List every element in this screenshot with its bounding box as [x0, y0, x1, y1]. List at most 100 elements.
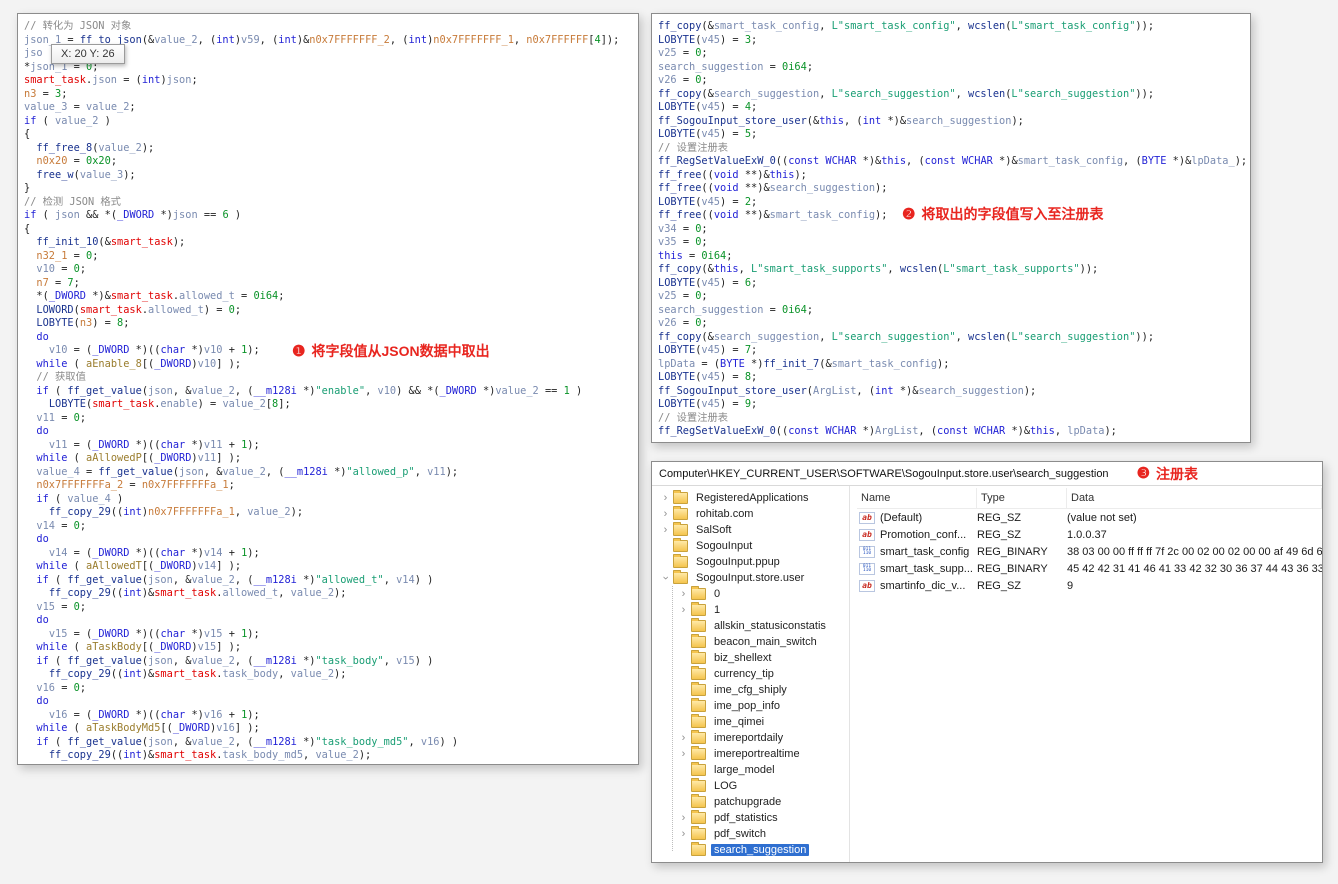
- values-header-row: Name Type Data: [857, 488, 1322, 509]
- tree-item-search_suggestion[interactable]: ›search_suggestion: [652, 842, 849, 858]
- code-line: ff_copy(&this, L"smart_task_supports", w…: [658, 263, 1099, 275]
- folder-icon: [691, 746, 706, 760]
- tree-item-label: large_model: [714, 764, 775, 776]
- tree-item-SalSoft[interactable]: › SalSoft: [652, 522, 849, 538]
- chevron-right-icon[interactable]: ›: [660, 492, 671, 504]
- code-line: // 设置注册表: [658, 141, 729, 154]
- value-data: 1.0.0.37: [1067, 528, 1107, 541]
- registry-value-row[interactable]: ab smartinfo_dic_v... REG_SZ 9: [857, 577, 1322, 594]
- pseudocode-view-json-parse: // 转化为 JSON 对象 json_1 = ff_to_json(&value…: [18, 14, 638, 764]
- tree-item-pdf_statistics[interactable]: › pdf_statistics: [652, 810, 849, 826]
- tree-item-ime_qimei[interactable]: ›ime_qimei: [652, 714, 849, 730]
- registry-value-row[interactable]: 011 110 smart_task_supp... REG_BINARY 45 42…: [857, 560, 1322, 577]
- value-name: smart_task_config: [880, 545, 970, 558]
- registry-address-bar[interactable]: Computer\HKEY_CURRENT_USER\SOFTWARE\Sogo…: [652, 462, 1322, 486]
- tree-item-label: 1: [714, 604, 721, 616]
- chevron-down-icon[interactable]: ›: [660, 573, 672, 584]
- tree-item-label: beacon_main_switch: [714, 636, 817, 648]
- tree-item-label: rohitab.com: [696, 508, 754, 520]
- registry-value-row[interactable]: 011 110 smart_task_config REG_BINARY 38 03 …: [857, 543, 1322, 560]
- code-line: v25 = 0;: [658, 47, 708, 59]
- tree-item-label: search_suggestion: [711, 844, 810, 856]
- tree-item-rohitab.com[interactable]: › rohitab.com: [652, 506, 849, 522]
- code-line: if ( value_4 ): [36, 492, 124, 505]
- code-line: if ( value_2 ): [24, 114, 111, 127]
- folder-icon: [673, 522, 688, 536]
- folder-icon: [691, 794, 706, 808]
- tree-item-RegisteredApplications[interactable]: › RegisteredApplications: [652, 490, 849, 506]
- tree-item-SogouInput.store.user[interactable]: › SogouInput.store.user: [652, 570, 849, 586]
- chevron-right-icon[interactable]: ›: [678, 812, 689, 824]
- tree-item-label: currency_tip: [714, 668, 774, 680]
- folder-icon: [691, 714, 706, 728]
- code-line: v14 = (_DWORD *)((char *)v14 + 1);: [48, 546, 260, 559]
- column-header-type[interactable]: Type: [977, 488, 1067, 508]
- tree-item-imereportrealtime[interactable]: › imereportrealtime: [652, 746, 849, 762]
- tree-item-pdf_switch[interactable]: › pdf_switch: [652, 826, 849, 842]
- tree-item-biz_shellext[interactable]: ›biz_shellext: [652, 650, 849, 666]
- column-header-name[interactable]: Name: [857, 488, 977, 508]
- code-line: ff_copy_29((int)&smart_task.task_body, v…: [48, 668, 347, 680]
- folder-icon: [691, 586, 706, 600]
- code-line: ff_init_10(&smart_task);: [36, 236, 186, 248]
- tree-item-SogouInput.ppup[interactable]: ›SogouInput.ppup: [652, 554, 849, 570]
- pseudocode-view-registry-write: ff_copy(&smart_task_config, L"smart_task…: [652, 14, 1250, 442]
- value-name: smart_task_supp...: [880, 562, 973, 575]
- chevron-right-icon[interactable]: ›: [678, 828, 689, 840]
- code-line: LOWORD(smart_task.allowed_t) = 0;: [36, 303, 242, 316]
- registry-body: › RegisteredApplications › rohitab.com › SalS…: [652, 486, 1322, 862]
- folder-icon: [691, 826, 706, 840]
- folder-icon: [673, 554, 688, 568]
- tree-item-LOG[interactable]: ›LOG: [652, 778, 849, 794]
- code-line: this = 0i64;: [658, 249, 733, 262]
- value-data: (value not set): [1067, 511, 1137, 524]
- tree-item-imereportdaily[interactable]: › imereportdaily: [652, 730, 849, 746]
- tree-item-currency_tip[interactable]: ›currency_tip: [652, 666, 849, 682]
- code-line: value_4 = ff_get_value(json, &value_2, (…: [36, 465, 459, 478]
- chevron-right-icon[interactable]: ›: [678, 588, 689, 600]
- annotation-1: ❶ 将字段值从JSON数据中取出: [292, 341, 490, 361]
- tree-item-ime_cfg_shiply[interactable]: ›ime_cfg_shiply: [652, 682, 849, 698]
- folder-icon: [691, 634, 706, 648]
- folder-icon: [673, 538, 688, 552]
- tree-item-label: RegisteredApplications: [696, 492, 809, 504]
- tree-item-beacon_main_switch[interactable]: ›beacon_main_switch: [652, 634, 849, 650]
- chevron-right-icon[interactable]: ›: [678, 748, 689, 760]
- tree-item-label: ime_cfg_shiply: [714, 684, 787, 696]
- tree-item-patchupgrade[interactable]: ›patchupgrade: [652, 794, 849, 810]
- values-list: ab (Default) REG_SZ (value not set) ab Promot…: [857, 509, 1322, 594]
- code-line: }: [24, 182, 31, 194]
- registry-value-row[interactable]: ab (Default) REG_SZ (value not set): [857, 509, 1322, 526]
- string-icon: ab: [859, 528, 875, 541]
- tree-item-large_model[interactable]: ›large_model: [652, 762, 849, 778]
- code-line: v35 = 0;: [658, 236, 708, 248]
- folder-icon: [691, 730, 706, 744]
- tree-item-allskin_statusiconstatis[interactable]: ›allskin_statusiconstatis: [652, 618, 849, 634]
- chevron-right-icon[interactable]: ›: [660, 508, 671, 520]
- chevron-right-icon[interactable]: ›: [678, 732, 689, 744]
- value-type: REG_SZ: [977, 511, 1022, 524]
- code-line: v34 = 0;: [658, 222, 708, 235]
- tree-item-1[interactable]: › 1: [652, 602, 849, 618]
- tree-item-SogouInput[interactable]: ›SogouInput: [652, 538, 849, 554]
- tree-item-ime_pop_info[interactable]: ›ime_pop_info: [652, 698, 849, 714]
- folder-icon: [691, 778, 706, 792]
- chevron-right-icon[interactable]: ›: [678, 604, 689, 616]
- value-type: REG_BINARY: [977, 562, 1048, 575]
- code-line: if ( ff_get_value(json, &value_2, (__m12…: [36, 735, 459, 748]
- tree-guide-line: [672, 586, 673, 851]
- tree-item-label: ime_qimei: [714, 716, 765, 728]
- code-line: n0x7FFFFFFFa_2 = n0x7FFFFFFFa_1;: [36, 479, 235, 491]
- code-line: search_suggestion = 0i64;: [658, 303, 814, 316]
- chevron-right-icon[interactable]: ›: [660, 524, 671, 536]
- folder-icon: [673, 490, 688, 504]
- code-line: do: [36, 533, 49, 545]
- tree-item-label: pdf_switch: [714, 828, 766, 840]
- tree-item-label: imereportrealtime: [714, 748, 800, 760]
- column-header-data[interactable]: Data: [1067, 488, 1322, 508]
- code-line: if ( json && *(_DWORD *)json == 6 ): [24, 209, 242, 221]
- annotation-1-text: 将字段值从JSON数据中取出: [311, 343, 490, 359]
- tree-item-0[interactable]: › 0: [652, 586, 849, 602]
- registry-value-row[interactable]: ab Promotion_conf... REG_SZ 1.0.0.37: [857, 526, 1322, 543]
- code-line: // 获取值: [36, 371, 86, 383]
